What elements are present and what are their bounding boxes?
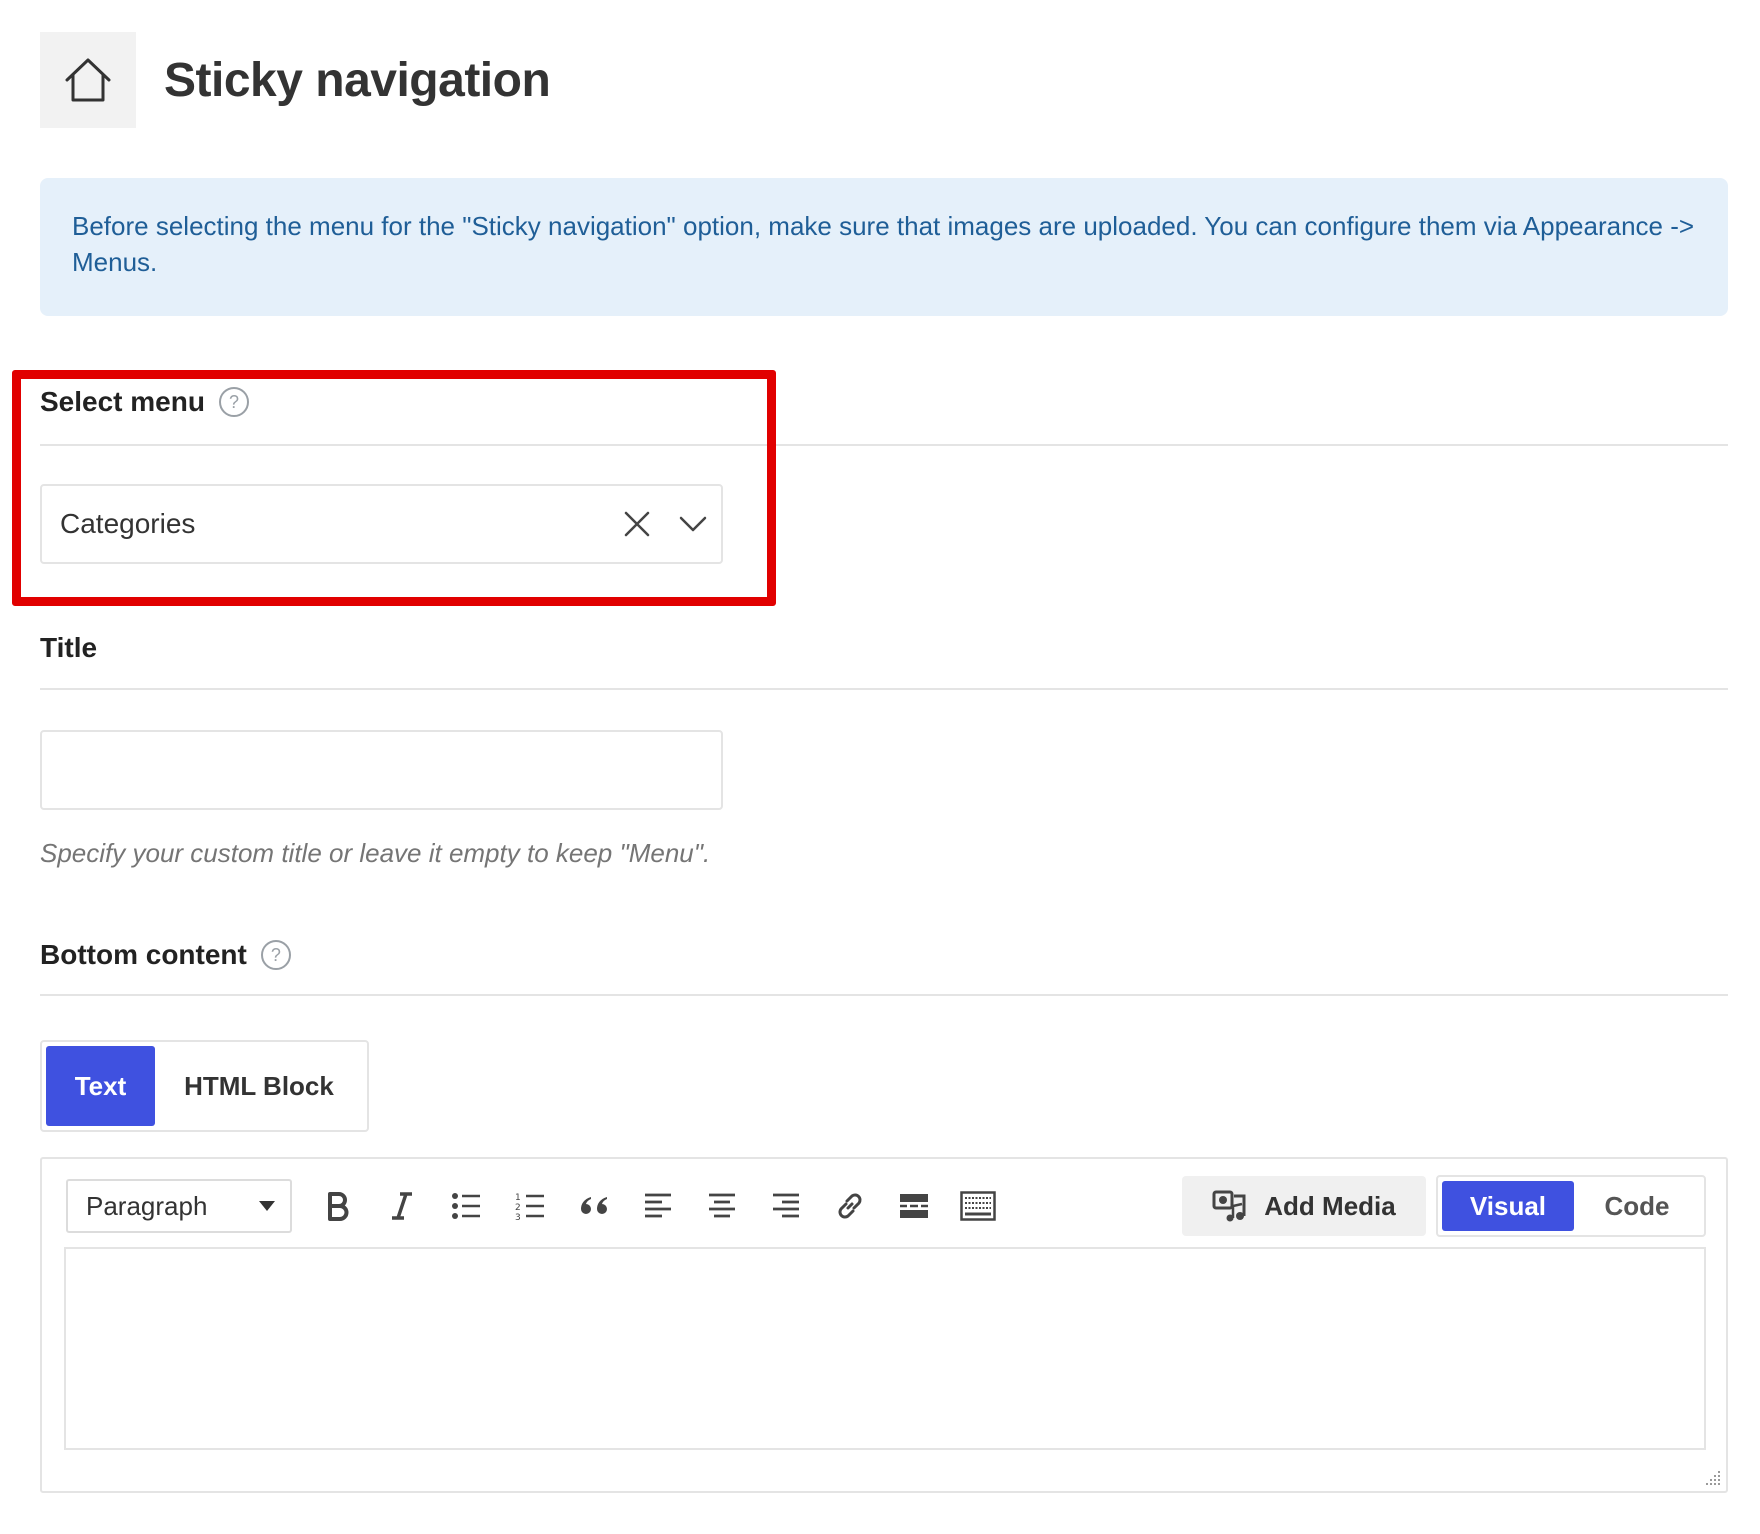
rich-text-editor: Paragraph 1 2 3 Add Media Visual Code bbox=[40, 1157, 1728, 1493]
info-notice: Before selecting the menu for the "Stick… bbox=[40, 178, 1728, 316]
bullet-list-button[interactable] bbox=[434, 1179, 498, 1233]
title-label: Title bbox=[40, 632, 97, 664]
title-hint: Specify your custom title or leave it em… bbox=[40, 838, 711, 868]
tab-text[interactable]: Text bbox=[46, 1046, 155, 1126]
help-icon[interactable]: ? bbox=[260, 940, 291, 970]
svg-text:2: 2 bbox=[515, 1203, 521, 1213]
bold-icon bbox=[328, 1192, 349, 1221]
divider bbox=[40, 994, 1728, 996]
home-icon bbox=[65, 58, 111, 102]
align-left-button[interactable] bbox=[626, 1179, 690, 1233]
highlight-box bbox=[12, 370, 776, 606]
svg-text:1: 1 bbox=[515, 1193, 521, 1203]
tab-visual[interactable]: Visual bbox=[1442, 1181, 1574, 1231]
align-right-button[interactable] bbox=[754, 1179, 818, 1233]
align-left-icon bbox=[645, 1193, 671, 1218]
numbered-list-icon: 1 2 3 bbox=[515, 1193, 544, 1221]
read-more-button[interactable] bbox=[882, 1179, 946, 1233]
tab-html-block[interactable]: HTML Block bbox=[155, 1046, 363, 1126]
link-button[interactable] bbox=[818, 1179, 882, 1233]
read-more-icon bbox=[900, 1194, 928, 1218]
bottom-content-label: Bottom content ? bbox=[40, 939, 291, 971]
add-media-label: Add Media bbox=[1264, 1190, 1396, 1221]
title-label-text: Title bbox=[40, 632, 98, 663]
tab-code[interactable]: Code bbox=[1574, 1181, 1700, 1231]
bottom-content-label-text: Bottom content bbox=[40, 939, 247, 970]
blockquote-button[interactable] bbox=[562, 1179, 626, 1233]
blockquote-icon bbox=[581, 1197, 607, 1214]
content-type-tabs: Text HTML Block bbox=[40, 1040, 369, 1132]
link-icon bbox=[838, 1193, 862, 1219]
format-select-value: Paragraph bbox=[86, 1190, 208, 1221]
home-button[interactable] bbox=[40, 32, 136, 128]
editor-mode-tabs: Visual Code bbox=[1436, 1175, 1706, 1237]
italic-icon bbox=[392, 1192, 412, 1220]
title-input[interactable] bbox=[40, 730, 723, 810]
resize-handle-icon[interactable] bbox=[1702, 1467, 1722, 1487]
bullet-list-icon bbox=[452, 1193, 480, 1219]
divider bbox=[40, 688, 1728, 690]
media-icon bbox=[1212, 1190, 1246, 1222]
align-center-icon bbox=[709, 1193, 735, 1218]
bold-button[interactable] bbox=[306, 1179, 370, 1233]
add-media-button[interactable]: Add Media bbox=[1182, 1176, 1426, 1236]
caret-down-icon bbox=[259, 1201, 275, 1211]
page-header: Sticky navigation bbox=[40, 32, 551, 128]
svg-text:3: 3 bbox=[515, 1213, 521, 1221]
toolbar-toggle-icon bbox=[960, 1191, 996, 1221]
align-center-button[interactable] bbox=[690, 1179, 754, 1233]
align-right-icon bbox=[773, 1193, 799, 1218]
italic-button[interactable] bbox=[370, 1179, 434, 1233]
page-title: Sticky navigation bbox=[164, 53, 551, 107]
editor-content-area[interactable] bbox=[64, 1247, 1706, 1450]
editor-toolbar: Paragraph 1 2 3 Add Media Visual Code bbox=[66, 1175, 1706, 1237]
toolbar-toggle-button[interactable] bbox=[946, 1179, 1010, 1233]
numbered-list-button[interactable]: 1 2 3 bbox=[498, 1179, 562, 1233]
format-select[interactable]: Paragraph bbox=[66, 1179, 292, 1233]
